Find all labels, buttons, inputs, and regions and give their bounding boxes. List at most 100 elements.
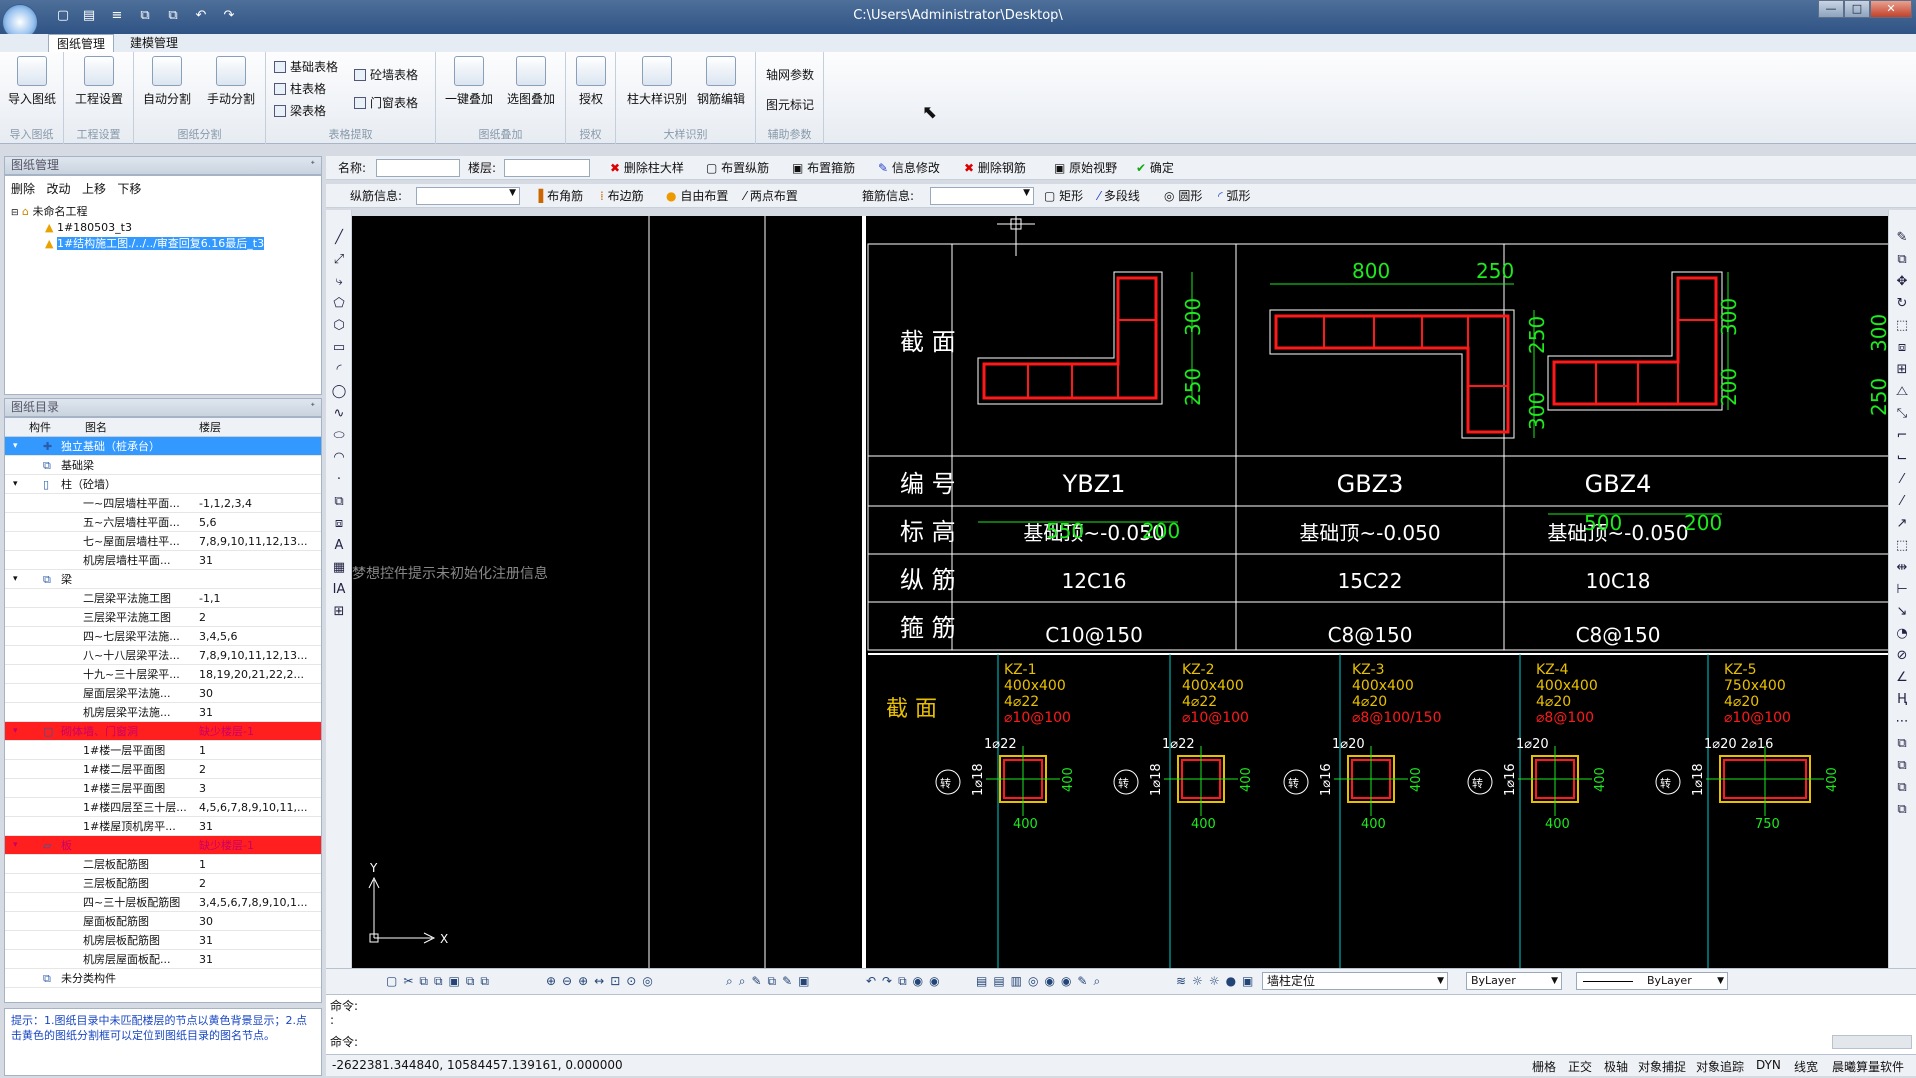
lengthen-icon[interactable]: ⇹	[1894, 560, 1910, 576]
construction-line-icon[interactable]: ⤢	[331, 252, 347, 268]
column-table-button[interactable]: 柱表格	[274, 80, 326, 98]
maximize-button[interactable]: □	[1844, 0, 1870, 18]
license-button[interactable]: 授权	[562, 56, 620, 107]
history-tools-icon[interactable]: ↶↷⧉◉◉	[866, 972, 946, 990]
copy-object-icon[interactable]: ⧉	[1894, 252, 1910, 268]
catalog-row[interactable]: ▾ ▱ 板 缺少楼层-1	[5, 836, 321, 855]
color-select[interactable]: ByLayer ▼	[1466, 972, 1562, 990]
view-tools-icon[interactable]: ▢✂⧉⧉▣⧉⧉	[386, 972, 495, 990]
tree-node-project[interactable]: ⊟ ⌂ 未命名工程	[11, 204, 315, 220]
arc-tool-icon[interactable]: ◜	[331, 362, 347, 378]
tree-node-drawing-1[interactable]: ▲ 1#180503_t3	[11, 220, 315, 236]
layer-states-icon[interactable]: ⧉	[1894, 758, 1910, 774]
door-window-table-button[interactable]: 门窗表格	[354, 94, 418, 112]
break-icon[interactable]: ⁄	[1894, 472, 1910, 488]
toggle-grid[interactable]: 栅格	[1532, 1058, 1556, 1075]
expand-icon[interactable]: ▾	[13, 475, 18, 494]
continue-dim-icon[interactable]: ⋯	[1894, 714, 1910, 730]
long-rebar-select[interactable]: ▼	[416, 187, 520, 205]
diameter-dim-icon[interactable]: ⊘	[1894, 648, 1910, 664]
catalog-row[interactable]: 屋面层梁平法施... 30	[5, 684, 321, 703]
scale-icon[interactable]: ⬚	[1894, 318, 1910, 334]
polyline-tool-icon[interactable]: ⤷	[331, 274, 347, 290]
layer-select[interactable]: 墙柱定位 ▼	[1262, 972, 1448, 990]
align-dim-icon[interactable]: Ⱨ	[1894, 692, 1910, 708]
layer-merge-icon[interactable]: ⧉	[1894, 802, 1910, 818]
layer-copy-icon[interactable]: ⧉	[1894, 736, 1910, 752]
element-mark-button[interactable]: 图元标记	[766, 96, 814, 114]
catalog-row[interactable]: 1#楼一层平面图 1	[5, 741, 321, 760]
point-tool-icon[interactable]: ·	[331, 472, 347, 488]
move-icon[interactable]: ✥	[1894, 274, 1910, 290]
expand-icon[interactable]: ▾	[13, 722, 18, 741]
catalog-row[interactable]: 二层板配筋图 1	[5, 855, 321, 874]
join-icon[interactable]: ⁄	[1894, 494, 1910, 510]
two-point-place-button[interactable]: ⁄ 两点布置	[744, 187, 798, 205]
tab-drawing-management[interactable]: 图纸管理	[48, 34, 115, 52]
import-drawing-button[interactable]: 导入图纸	[3, 56, 61, 107]
catalog-row[interactable]: 1#楼四层至三十层... 4,5,6,7,8,9,10,11,...	[5, 798, 321, 817]
nav-tools-icon[interactable]: ⌕⌕✎⧉✎▣	[726, 972, 815, 990]
catalog-row[interactable]: 机房层墙柱平面... 31	[5, 551, 321, 570]
name-input[interactable]	[376, 159, 460, 177]
beam-table-button[interactable]: 梁表格	[274, 102, 326, 120]
catalog-row[interactable]: 一~四层墙柱平面... -1,1,2,3,4	[5, 494, 321, 513]
new-file-icon[interactable]: ▢	[54, 7, 72, 25]
pin-icon[interactable]: ᐩ	[310, 399, 315, 416]
toggle-osnap[interactable]: 对象捕捉	[1638, 1058, 1686, 1075]
rect-stirrup-button[interactable]: ▢ 矩形	[1044, 187, 1083, 205]
offset-icon[interactable]: ⧈	[1894, 340, 1910, 356]
catalog-row[interactable]: 屋面板配筋图 30	[5, 912, 321, 931]
arc-stirrup-button[interactable]: ◜ 弧形	[1218, 187, 1251, 205]
manual-split-button[interactable]: 手动分割	[202, 56, 260, 107]
column-detail-recognition-button[interactable]: 柱大样识别	[622, 56, 692, 107]
stirrup-select[interactable]: ▼	[930, 187, 1034, 205]
collapse-icon[interactable]: ⊟	[11, 208, 19, 218]
confirm-button[interactable]: ✔ 确定	[1136, 159, 1174, 177]
catalog-row[interactable]: 1#楼三层平面图 3	[5, 779, 321, 798]
print-tools-icon[interactable]: ▤▤▥◎◉◉✎⌕	[976, 972, 1106, 990]
catalog-row[interactable]: 机房层梁平法施... 31	[5, 703, 321, 722]
axis-params-button[interactable]: 轴网参数	[766, 66, 814, 84]
catalog-row[interactable]: ⧉ 基础梁	[5, 456, 321, 475]
catalog-row[interactable]: ▾ ⧉ 梁	[5, 570, 321, 589]
close-button[interactable]: ✕	[1870, 0, 1912, 18]
make-block-icon[interactable]: ⧈	[331, 516, 347, 532]
expand-icon[interactable]: ▾	[13, 570, 18, 589]
catalog-row[interactable]: 机房层板配筋图 31	[5, 931, 321, 950]
command-scrollbar[interactable]	[1832, 1035, 1912, 1049]
place-stirrup-button[interactable]: ▣ 布置箍筋	[792, 159, 855, 177]
hatch-tool-icon[interactable]: ▦	[331, 560, 347, 576]
trim-icon[interactable]: ⌐	[1894, 428, 1910, 444]
catalog-row[interactable]: 1#楼屋顶机房平... 31	[5, 817, 321, 836]
catalog-row[interactable]: 机房层屋面板配... 31	[5, 950, 321, 969]
insert-block-icon[interactable]: ⧉	[331, 494, 347, 510]
ellipse-tool-icon[interactable]: ⬭	[331, 428, 347, 444]
expand-icon[interactable]: ▾	[13, 437, 18, 456]
info-modify-button[interactable]: ✎ 信息修改	[878, 159, 940, 177]
move-up-action[interactable]: 上移	[82, 182, 106, 196]
delete-rebar-button[interactable]: ✖ 删除钢筋	[964, 159, 1026, 177]
catalog-row[interactable]: 七~屋面层墙柱平... 7,8,9,10,11,12,13...	[5, 532, 321, 551]
extend-icon[interactable]: ⌙	[1894, 450, 1910, 466]
chamfer-icon[interactable]: ⬚	[1894, 538, 1910, 554]
foundation-table-button[interactable]: 基础表格	[274, 58, 338, 76]
hexagon-tool-icon[interactable]: ⬡	[331, 318, 347, 334]
corner-rebar-button[interactable]: ▐ 布角筋	[534, 187, 583, 205]
toggle-ortho[interactable]: 正交	[1568, 1058, 1592, 1075]
place-long-rebar-button[interactable]: ▢ 布置纵筋	[706, 159, 769, 177]
layer-tools-icon[interactable]: ≋☼☼●▣	[1176, 972, 1259, 990]
text-tool-icon[interactable]: A	[331, 538, 347, 554]
catalog-row[interactable]: 八~十八层梁平法... 7,8,9,10,11,12,13...	[5, 646, 321, 665]
delete-column-detail-button[interactable]: ✖ 删除柱大样	[610, 159, 684, 177]
catalog-row[interactable]: 二层梁平法施工图 -1,1	[5, 589, 321, 608]
paste-icon[interactable]: ⧉	[164, 7, 182, 25]
copy-icon[interactable]: ⧉	[136, 7, 154, 25]
command-input[interactable]: 命令:	[330, 1033, 1910, 1053]
floor-input[interactable]	[504, 159, 590, 177]
toggle-lineweight[interactable]: 线宽	[1794, 1058, 1818, 1075]
zoom-tools-icon[interactable]: ⊕⊖⊕↔⊡⊙◎	[546, 972, 659, 990]
command-area[interactable]: 命令: : 命令:	[326, 994, 1916, 1054]
catalog-row[interactable]: 十九~三十层梁平... 18,19,20,21,22,2...	[5, 665, 321, 684]
table-tool-icon[interactable]: ⊞	[331, 604, 347, 620]
